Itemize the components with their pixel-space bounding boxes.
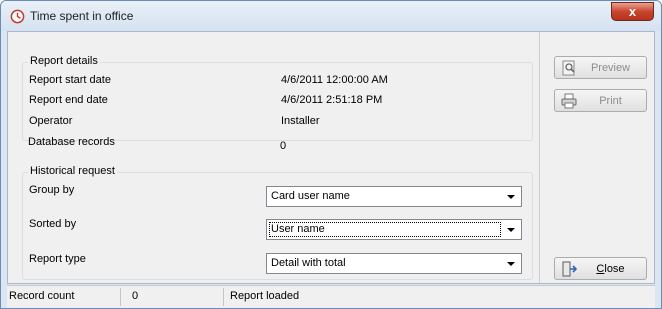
database-records-value: 0 [280, 140, 287, 152]
historical-request-legend: Historical request [28, 165, 117, 177]
chevron-down-icon[interactable] [504, 258, 518, 270]
report-type-label: Report type [29, 253, 86, 265]
report-start-date-value: 4/6/2011 12:00:00 AM [281, 74, 388, 86]
printer-icon [561, 93, 577, 109]
exit-door-icon [562, 261, 577, 277]
clock-icon [10, 9, 25, 24]
group-by-value: Card user name [271, 190, 350, 202]
report-type-dropdown[interactable]: Detail with total [266, 253, 522, 274]
title-bar[interactable]: Time spent in office x [1, 1, 661, 31]
operator-label: Operator [29, 115, 73, 127]
operator-value: Installer [281, 115, 320, 127]
report-end-date-label: Report end date [29, 94, 108, 106]
sorted-by-label: Sorted by [29, 218, 77, 230]
report-type-value: Detail with total [271, 257, 346, 269]
report-details-group: Report details Report start date 4/6/201… [22, 55, 533, 141]
group-by-dropdown[interactable]: Card user name [266, 186, 522, 207]
report-window: Time spent in office x Report details Re… [0, 0, 662, 309]
record-count-label: Record count [9, 290, 75, 302]
chevron-down-icon[interactable] [504, 224, 518, 236]
status-separator [120, 288, 121, 306]
client-area: Report details Report start date 4/6/201… [7, 31, 655, 284]
report-end-date-value: 4/6/2011 2:51:18 PM [281, 94, 383, 106]
action-panel: Preview Print Close [541, 32, 654, 283]
close-button[interactable]: Close [554, 257, 647, 280]
print-button[interactable]: Print [554, 89, 647, 112]
historical-request-group: Historical request Group by Card user na… [22, 165, 533, 280]
sorted-by-dropdown[interactable]: User name [266, 219, 522, 240]
preview-button[interactable]: Preview [554, 56, 647, 79]
window-title: Time spent in office [30, 9, 134, 23]
window-close-button[interactable]: x [611, 2, 654, 21]
preview-icon [562, 60, 575, 76]
preview-button-label: Preview [590, 62, 631, 74]
status-bar: Record count 0 Report loaded [7, 285, 655, 308]
report-details-legend: Report details [28, 55, 100, 67]
print-button-label: Print [599, 95, 622, 107]
record-count-value: 0 [132, 290, 139, 302]
status-message: Report loaded [230, 290, 300, 302]
sorted-by-value: User name [271, 223, 325, 235]
chevron-down-icon[interactable] [504, 191, 518, 203]
close-button-label: Close [596, 263, 625, 275]
report-start-date-label: Report start date [29, 74, 111, 86]
status-separator [223, 288, 224, 306]
database-records-label: Database records [28, 136, 115, 148]
main-panel: Report details Report start date 4/6/201… [8, 32, 540, 283]
group-by-label: Group by [29, 184, 75, 196]
